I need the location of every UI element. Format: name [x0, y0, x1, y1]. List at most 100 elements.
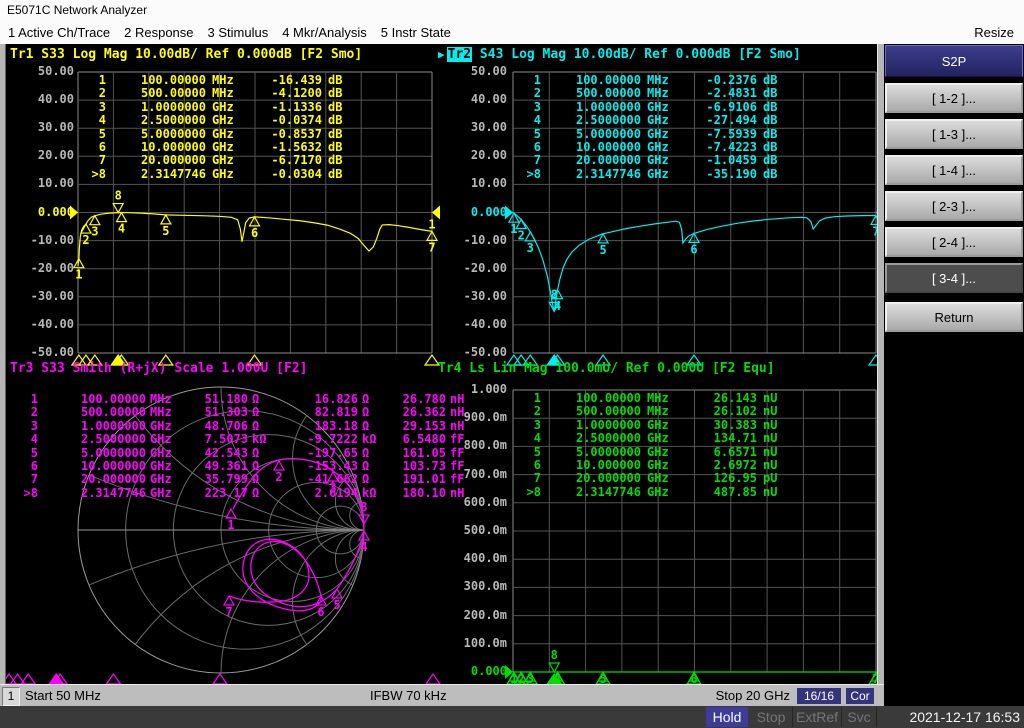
marker-7-icon[interactable]: 7 [222, 594, 236, 619]
start-frequency: Start 50 MHz [25, 688, 101, 703]
stop-frequency: Stop 20 GHz [715, 688, 790, 703]
active-trace-arrow-icon: ▶ [438, 48, 445, 61]
y-axis-label: -40.00 [30, 316, 74, 331]
marker-5-icon[interactable]: 5 [159, 213, 172, 238]
marker-table-row: 4 2.5000000 GHz -27.494 dB [533, 113, 778, 128]
svg-text:8: 8 [551, 648, 558, 662]
correction-badge: Cor [846, 688, 874, 704]
marker-1-icon[interactable]: 1 [224, 507, 238, 532]
y-axis-label: 900.0m [463, 410, 507, 425]
y-axis-label: 500.0m [463, 523, 507, 537]
svg-text:8: 8 [360, 500, 367, 514]
softkey-return[interactable]: Return [885, 302, 1023, 332]
marker-table-row: 5 5.0000000 GHz -7.5939 dB [533, 126, 778, 141]
marker-3-icon[interactable]: 3 [524, 230, 537, 255]
softkey-1-2[interactable]: [ 1-2 ]... [885, 83, 1023, 113]
svg-text:6: 6 [251, 226, 258, 240]
sweep-points-badge: 16/16 [797, 688, 841, 704]
svg-text:4: 4 [360, 540, 367, 554]
y-axis-label: 10.00 [470, 176, 507, 191]
y-axis-label: 100.0m [463, 635, 507, 650]
marker-table-row: 6 10.000000 GHz 2.6972 nU [533, 458, 778, 472]
y-axis-label: 20.00 [37, 148, 74, 163]
marker-table-row: 2 500.00000 MHz 26.102 nU [533, 404, 778, 419]
y-axis-label: 10.00 [37, 176, 74, 191]
svc-indicator: Svc [842, 707, 877, 727]
y-axis-label: -20.00 [463, 260, 507, 275]
trace-title-tr3[interactable]: Tr3 S33 Smith (R+jX) Scale 1.000U [F2] [10, 361, 307, 376]
marker-3-icon[interactable]: 3 [88, 214, 101, 239]
marker-table-row: >8 2.3147746 GHz -35.190 dB [526, 166, 778, 181]
marker-table-row: 2 500.00000 MHz -2.4831 dB [533, 86, 778, 101]
svg-text:6: 6 [690, 242, 697, 256]
y-axis-label: 700.0m [463, 466, 507, 481]
stimulus-marker-icon[interactable] [423, 353, 441, 366]
ifbw-value: IFBW 70 kHz [370, 688, 447, 703]
y-axis-label: 200.0m [463, 607, 507, 622]
marker-8-icon[interactable]: 8 [112, 189, 125, 214]
y-axis-label: -40.00 [463, 316, 507, 331]
y-axis-label: -30.00 [463, 288, 507, 303]
marker-table-row: 1 100.00000 MHz 26.143 nU [533, 391, 778, 405]
instrument-status-bar: Hold Stop ExtRef Svc 2021-12-17 16:53 [0, 706, 1024, 728]
left-edge-strip [0, 44, 6, 684]
y-axis-label: -30.00 [30, 288, 74, 303]
softkey-1-4[interactable]: [ 1-4 ]... [885, 155, 1023, 185]
y-axis-label: 40.00 [470, 92, 507, 107]
marker-4-icon[interactable]: 4 [115, 211, 128, 236]
y-axis-label: -50.00 [30, 345, 74, 359]
svg-text:7: 7 [428, 240, 435, 254]
trace-name: Tr3 [10, 361, 34, 376]
svg-text:3: 3 [527, 241, 534, 255]
svg-text:7: 7 [225, 605, 232, 619]
status-bar: 1 Start 50 MHz IFBW 70 kHz Stop 20 GHz 1… [0, 684, 884, 706]
marker-5-icon[interactable]: 5 [597, 232, 610, 257]
softkey-2-3[interactable]: [ 2-3 ]... [885, 191, 1023, 221]
y-axis-label: 30.00 [37, 120, 74, 135]
svg-text:1: 1 [227, 518, 234, 532]
marker-8-icon[interactable]: 8 [548, 648, 561, 674]
marker-table-row: >8 2.3147746 GHz 487.85 nU [526, 484, 778, 499]
trace-title-tr1[interactable]: Tr1 S33 Log Mag 10.00dB/ Ref 0.000dB [F2… [10, 47, 362, 62]
marker-table-row: 7 20.000000 GHz 35.799 Ω -41.662 Ω 191.01 fF [30, 472, 465, 487]
marker-table-row: 2 500.00000 MHz 51.303 Ω 82.819 Ω 26.362 nH [30, 405, 465, 420]
svg-text:2: 2 [82, 233, 89, 247]
svg-text:5: 5 [599, 243, 606, 257]
trace-title-tr4[interactable]: Tr4 Ls Lin Mag 100.0mU/ Ref 0.000U [F2 E… [438, 361, 775, 376]
y-axis-label: 30.00 [470, 120, 507, 135]
marker-table-row: 6 10.000000 GHz -7.4223 dB [533, 140, 778, 154]
channel-number: 1 [2, 687, 20, 706]
marker-table-row: 1 100.00000 MHz -16.439 dB [98, 73, 343, 87]
svg-text:1: 1 [428, 217, 435, 231]
marker-table-row: 4 2.5000000 GHz 7.5073 kΩ -9.7222 kΩ 6.5480 fF [30, 432, 465, 447]
trace-title-tr2[interactable]: ▶ Tr2 S43 Log Mag 10.00dB/ Ref 0.000dB [F… [438, 47, 801, 62]
marker-table-row: 7 20.000000 GHz 126.95 pU [533, 471, 778, 486]
svg-text:8: 8 [115, 189, 122, 203]
stimulus-marker-icon[interactable] [211, 672, 229, 685]
extref-indicator: ExtRef [793, 707, 842, 727]
y-axis-label: 0.000 [470, 664, 507, 678]
marker-table-row: 3 1.0000000 GHz 30.383 nU [533, 417, 778, 432]
stimulus-marker-icon[interactable] [424, 672, 442, 685]
y-axis-label: -50.00 [463, 345, 507, 359]
stimulus-marker-icon[interactable] [105, 672, 122, 685]
y-axis-label: -10.00 [30, 232, 74, 247]
marker-table-row: 3 1.0000000 GHz -6.9106 dB [533, 99, 778, 114]
trace-name: Tr2 [446, 47, 473, 62]
svg-text:3: 3 [91, 225, 98, 239]
svg-text:5: 5 [162, 224, 169, 238]
y-axis-label: 800.0m [463, 438, 507, 453]
marker-table-row: 5 5.0000000 GHz 6.6571 nU [533, 444, 778, 459]
trace-name: Tr1 [10, 47, 34, 62]
softkey-2-4[interactable]: [ 2-4 ]... [885, 227, 1023, 257]
svg-text:4: 4 [118, 222, 125, 236]
softkey-1-3[interactable]: [ 1-3 ]... [885, 119, 1023, 149]
marker-table-row: 3 1.0000000 GHz 48.706 Ω 183.18 Ω 29.153 nH [30, 418, 465, 433]
marker-table-row: 4 2.5000000 GHz 134.71 nU [533, 431, 778, 446]
vna-screen: E5071C Network Analyzer 1 Active Ch/Trac… [0, 0, 1024, 728]
marker-table-row: 2 500.00000 MHz -4.1200 dB [98, 86, 343, 101]
y-axis-label: 20.00 [470, 148, 507, 163]
marker-table-row: 7 20.000000 GHz -1.0459 dB [533, 153, 778, 168]
softkey-3-4[interactable]: [ 3-4 ]... [885, 263, 1023, 293]
marker-table-row: 4 2.5000000 GHz -0.0374 dB [98, 113, 343, 128]
